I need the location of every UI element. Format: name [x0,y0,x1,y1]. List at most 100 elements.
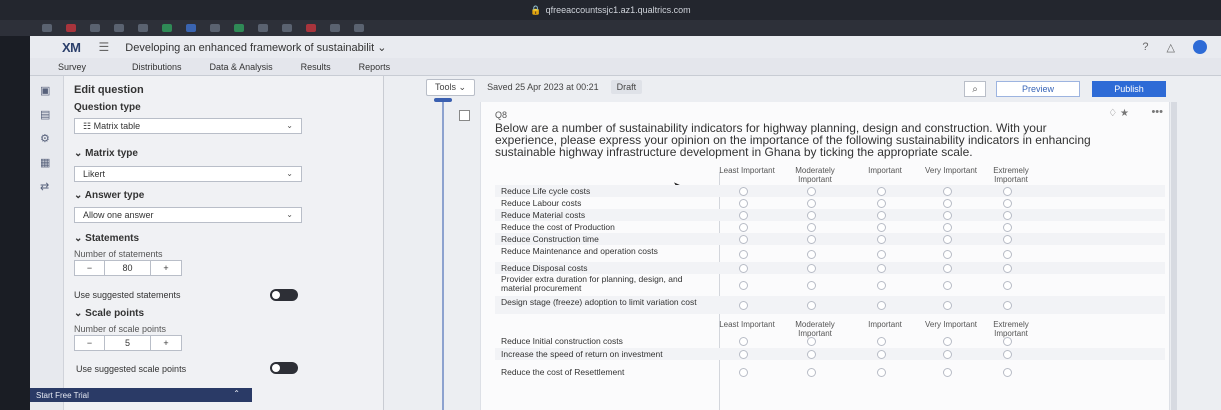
options-icon[interactable]: ▦ [40,156,50,169]
radio-option[interactable] [943,250,952,259]
translate-icon[interactable]: ⇄ [40,180,49,193]
answer-type-label[interactable]: ⌄ Answer type [74,190,144,201]
look-and-feel-icon[interactable]: ⚙ [40,132,50,145]
radio-option[interactable] [943,223,952,232]
radio-option[interactable] [807,368,816,377]
radio-option[interactable] [807,264,816,273]
scale-points-count[interactable]: 5 [105,336,151,350]
radio-option[interactable] [943,337,952,346]
suggested-statements-toggle[interactable] [270,289,298,301]
radio-option[interactable] [943,199,952,208]
tab-reports[interactable]: Reports [345,62,405,72]
radio-option[interactable] [739,235,748,244]
radio-option[interactable] [877,350,886,359]
radio-option[interactable] [877,211,886,220]
radio-option[interactable] [943,368,952,377]
radio-option[interactable] [1003,199,1012,208]
avatar[interactable] [1193,40,1207,54]
answer-type-select[interactable]: Allow one answer ⌄ [74,207,302,223]
radio-option[interactable] [807,187,816,196]
radio-option[interactable] [807,337,816,346]
question-actions-icons[interactable]: ♢ ★ [1108,108,1129,119]
radio-option[interactable] [943,235,952,244]
decrement-button[interactable]: − [75,261,105,275]
radio-option[interactable] [1003,250,1012,259]
radio-option[interactable] [739,211,748,220]
matrix-type-label[interactable]: ⌄ Matrix type [74,148,138,159]
radio-option[interactable] [1003,235,1012,244]
xm-logo[interactable]: XM [62,40,81,55]
radio-option[interactable] [807,281,816,290]
increment-button[interactable]: + [151,336,181,350]
browser-tab[interactable] [114,24,124,32]
radio-option[interactable] [877,187,886,196]
tab-results[interactable]: Results [287,62,345,72]
scale-points-stepper[interactable]: − 5 + [74,335,182,351]
question-text[interactable]: Below are a number of sustainability ind… [495,122,1095,158]
radio-option[interactable] [943,211,952,220]
radio-option[interactable] [1003,350,1012,359]
browser-tab[interactable] [210,24,220,32]
radio-option[interactable] [739,199,748,208]
menu-icon[interactable]: ☰ [99,40,110,54]
radio-option[interactable] [877,235,886,244]
radio-option[interactable] [1003,301,1012,310]
radio-option[interactable] [877,223,886,232]
radio-option[interactable] [739,223,748,232]
start-free-trial-bar[interactable]: Start Free Trial ⌃ [30,388,252,402]
radio-option[interactable] [943,350,952,359]
editor-scrollbar[interactable] [1171,102,1177,410]
browser-tab[interactable] [162,24,172,32]
radio-option[interactable] [877,250,886,259]
radio-option[interactable] [877,199,886,208]
radio-option[interactable] [1003,187,1012,196]
radio-option[interactable] [943,264,952,273]
browser-address-bar[interactable]: 🔒 qfreeaccountssjc1.az1.qualtrics.com [0,0,1221,20]
browser-tab[interactable] [66,24,76,32]
radio-option[interactable] [807,350,816,359]
radio-option[interactable] [877,337,886,346]
browser-tab[interactable] [138,24,148,32]
browser-tab[interactable] [234,24,244,32]
radio-option[interactable] [807,250,816,259]
scale-points-label[interactable]: ⌄ Scale points [74,308,144,319]
publish-button[interactable]: Publish [1092,81,1166,97]
radio-option[interactable] [739,250,748,259]
radio-option[interactable] [1003,337,1012,346]
radio-option[interactable] [807,301,816,310]
statements-stepper[interactable]: − 80 + [74,260,182,276]
bell-icon[interactable]: △ [1167,41,1175,54]
statements-count[interactable]: 80 [105,261,151,275]
survey-flow-icon[interactable]: ▤ [40,108,50,121]
radio-option[interactable] [807,211,816,220]
tab-survey[interactable]: Survey [30,62,118,72]
radio-option[interactable] [739,368,748,377]
browser-tab[interactable] [42,24,52,32]
preview-button[interactable]: Preview [996,81,1080,97]
browser-tab[interactable] [306,24,316,32]
radio-option[interactable] [739,350,748,359]
radio-option[interactable] [1003,368,1012,377]
tab-data-analysis[interactable]: Data & Analysis [196,62,287,72]
browser-tab[interactable] [330,24,340,32]
radio-option[interactable] [739,301,748,310]
matrix-type-select[interactable]: Likert ⌄ [74,166,302,182]
radio-option[interactable] [1003,281,1012,290]
radio-option[interactable] [1003,223,1012,232]
radio-option[interactable] [1003,211,1012,220]
more-options-icon[interactable]: ••• [1151,106,1163,118]
browser-tab[interactable] [258,24,268,32]
suggested-scale-toggle[interactable] [270,362,298,374]
search-icon[interactable]: ⌕ [964,81,986,97]
radio-option[interactable] [739,337,748,346]
tools-button[interactable]: Tools ⌄ [426,78,476,96]
browser-tab[interactable] [90,24,100,32]
radio-option[interactable] [877,368,886,377]
statements-label[interactable]: ⌄ Statements [74,233,139,244]
question-type-select[interactable]: ☷ Matrix table ⌄ [74,118,302,134]
radio-option[interactable] [739,281,748,290]
radio-option[interactable] [877,264,886,273]
tab-distributions[interactable]: Distributions [118,62,196,72]
browser-tab[interactable] [354,24,364,32]
decrement-button[interactable]: − [75,336,105,350]
